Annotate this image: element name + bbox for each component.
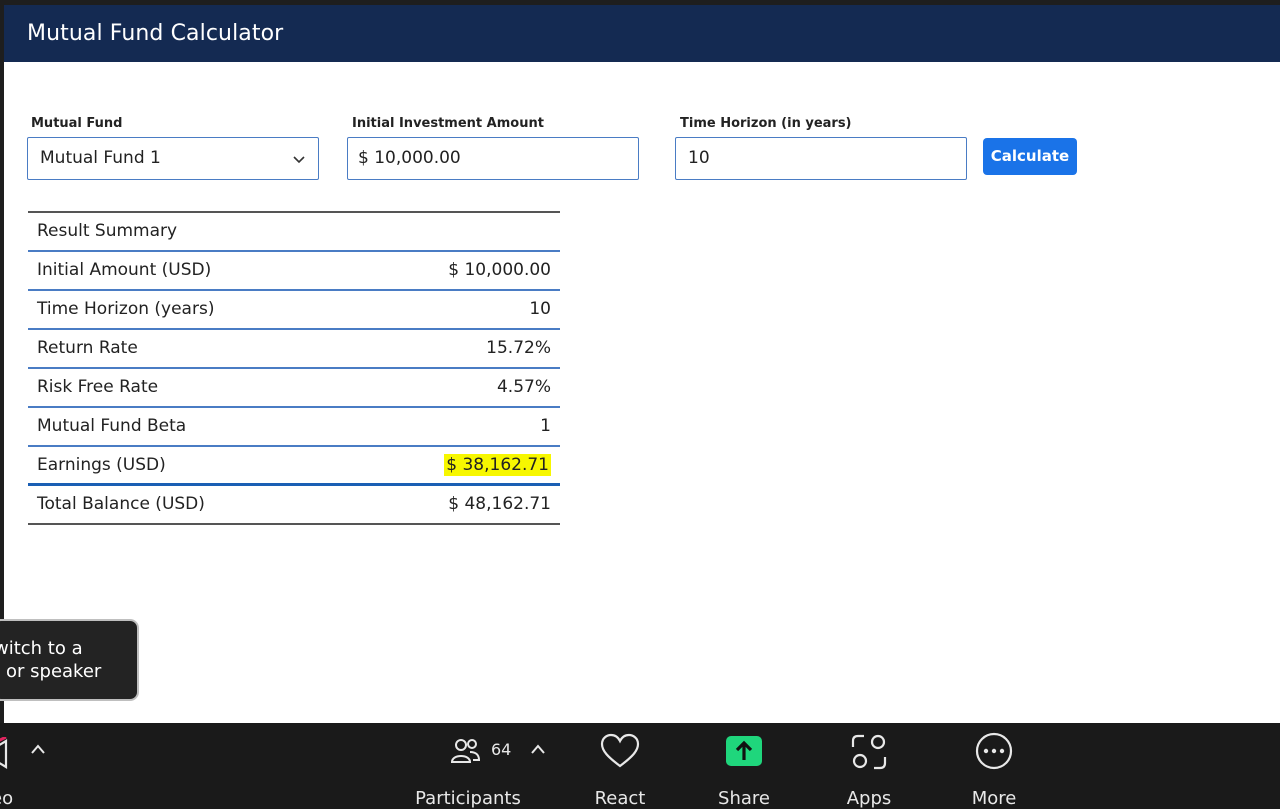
row-label: Initial Amount (USD) bbox=[37, 260, 212, 280]
apps-icon bbox=[851, 734, 887, 770]
tooltip-line-1: witch to a bbox=[0, 638, 83, 659]
row-value: $ 10,000.00 bbox=[448, 260, 551, 280]
app-title: Mutual Fund Calculator bbox=[27, 21, 284, 46]
row-label: Return Rate bbox=[37, 338, 138, 358]
app-window: Mutual Fund Calculator Mutual Fund Mutua… bbox=[4, 5, 1280, 723]
react-label: React bbox=[594, 788, 646, 809]
horizon-input-value: 10 bbox=[688, 148, 710, 168]
table-row: Risk Free Rate 4.57% bbox=[28, 369, 560, 408]
row-value: 1 bbox=[540, 416, 551, 436]
participants-label: Participants bbox=[415, 788, 521, 809]
audio-switch-tooltip: witch to a or speaker bbox=[0, 619, 139, 701]
apps-label: Apps bbox=[846, 788, 892, 809]
more-label: More bbox=[971, 788, 1017, 809]
mutual-fund-label: Mutual Fund bbox=[31, 116, 123, 131]
chevron-up-icon[interactable] bbox=[530, 743, 546, 755]
meeting-toolbar: eo 64 Participants React Share bbox=[0, 723, 1280, 809]
more-icon bbox=[975, 732, 1013, 770]
row-value: 15.72% bbox=[486, 338, 551, 358]
table-row: Return Rate 15.72% bbox=[28, 330, 560, 369]
table-row: Initial Amount (USD) $ 10,000.00 bbox=[28, 252, 560, 291]
share-screen-icon bbox=[726, 736, 762, 766]
table-row: Mutual Fund Beta 1 bbox=[28, 408, 560, 447]
participants-icon bbox=[450, 739, 481, 763]
horizon-label: Time Horizon (in years) bbox=[680, 116, 852, 131]
amount-input[interactable]: $ 10,000.00 bbox=[347, 137, 639, 180]
participants-count: 64 bbox=[491, 740, 512, 759]
tooltip-line-2: or speaker bbox=[6, 661, 102, 682]
row-label: Earnings (USD) bbox=[37, 455, 166, 475]
mutual-fund-select[interactable]: Mutual Fund 1 bbox=[27, 137, 319, 180]
row-label: Risk Free Rate bbox=[37, 377, 159, 397]
mutual-fund-select-value: Mutual Fund 1 bbox=[40, 148, 161, 168]
earnings-value: $ 38,162.71 bbox=[444, 454, 551, 476]
chevron-down-icon bbox=[293, 156, 305, 164]
table-row: Total Balance (USD) $ 48,162.71 bbox=[28, 486, 560, 525]
chevron-up-icon[interactable] bbox=[30, 743, 46, 755]
row-value: $ 48,162.71 bbox=[448, 494, 551, 514]
video-label: eo bbox=[0, 788, 14, 809]
table-row: Time Horizon (years) 10 bbox=[28, 291, 560, 330]
video-off-icon bbox=[0, 737, 8, 769]
app-header: Mutual Fund Calculator bbox=[4, 5, 1280, 62]
calculate-button[interactable]: Calculate bbox=[983, 138, 1077, 175]
heart-icon bbox=[600, 733, 640, 768]
row-label: Total Balance (USD) bbox=[37, 494, 205, 514]
share-label: Share bbox=[718, 788, 770, 809]
row-label: Mutual Fund Beta bbox=[37, 416, 187, 436]
row-label: Time Horizon (years) bbox=[37, 299, 215, 319]
result-summary-table: Result Summary Initial Amount (USD) $ 10… bbox=[28, 211, 560, 525]
earnings-highlight: $ 38,162.71 bbox=[444, 454, 551, 476]
horizon-input[interactable]: 10 bbox=[675, 137, 967, 180]
table-row: Earnings (USD) $ 38,162.71 bbox=[28, 447, 560, 486]
row-value: 4.57% bbox=[496, 377, 551, 397]
amount-label: Initial Investment Amount bbox=[352, 116, 544, 131]
amount-input-value: $ 10,000.00 bbox=[358, 148, 461, 168]
summary-title: Result Summary bbox=[37, 221, 178, 241]
row-value: 10 bbox=[529, 299, 551, 319]
summary-header-row: Result Summary bbox=[28, 213, 560, 252]
